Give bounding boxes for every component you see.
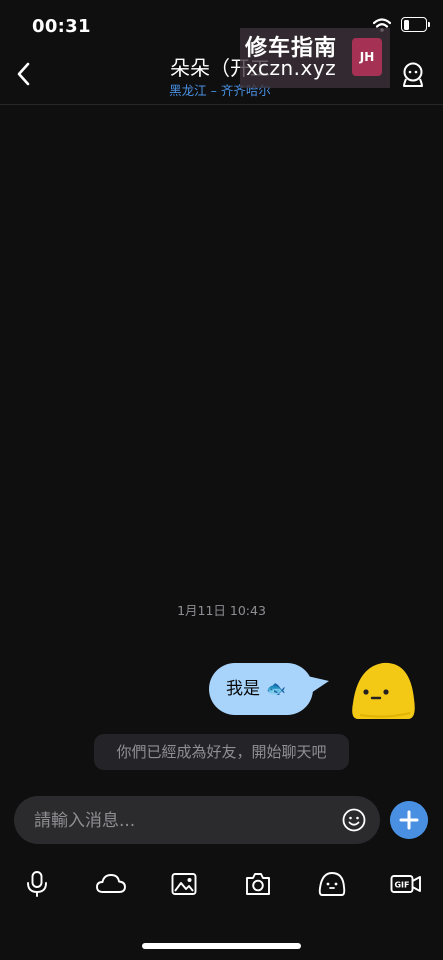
microphone-icon[interactable]: [23, 870, 51, 898]
emoji-icon[interactable]: [342, 808, 366, 832]
system-notice: 你們已經成為好友，開始聊天吧: [94, 734, 349, 770]
battery-icon: [401, 17, 430, 32]
cloud-icon[interactable]: [96, 870, 126, 898]
message-bubble[interactable]: 我是 🐟: [209, 663, 313, 715]
back-chevron-icon[interactable]: [14, 61, 34, 87]
chat-messages[interactable]: 1月11日 10:43 我是 🐟 你們已經成為好友，開始聊天吧: [0, 105, 443, 785]
user-avatar[interactable]: [350, 659, 417, 721]
watermark-url: xczn.xyz: [246, 56, 337, 80]
message-input-bar: [14, 796, 380, 844]
profile-icon[interactable]: [401, 62, 425, 88]
message-input[interactable]: [32, 806, 336, 836]
camera-icon[interactable]: [244, 870, 272, 898]
watermark-logo: JH: [352, 38, 382, 76]
home-indicator[interactable]: [142, 943, 301, 949]
bottom-toolbar: GIF: [0, 860, 443, 910]
add-button[interactable]: [390, 801, 428, 839]
fish-emoji: 🐟: [266, 679, 286, 698]
gif-video-icon[interactable]: GIF: [390, 870, 422, 898]
status-time: 00:31: [32, 16, 91, 37]
image-icon[interactable]: [170, 870, 198, 898]
message-row: 我是 🐟: [0, 662, 443, 719]
gif-label: GIF: [394, 881, 409, 890]
message-timestamp: 1月11日 10:43: [177, 603, 266, 618]
message-text: 我是: [226, 679, 260, 699]
chat-header: 朵朵（开工 黑龙江 – 齐齐哈尔 修车指南 xczn.xyz JH: [0, 28, 443, 105]
sticker-icon[interactable]: [318, 870, 346, 898]
